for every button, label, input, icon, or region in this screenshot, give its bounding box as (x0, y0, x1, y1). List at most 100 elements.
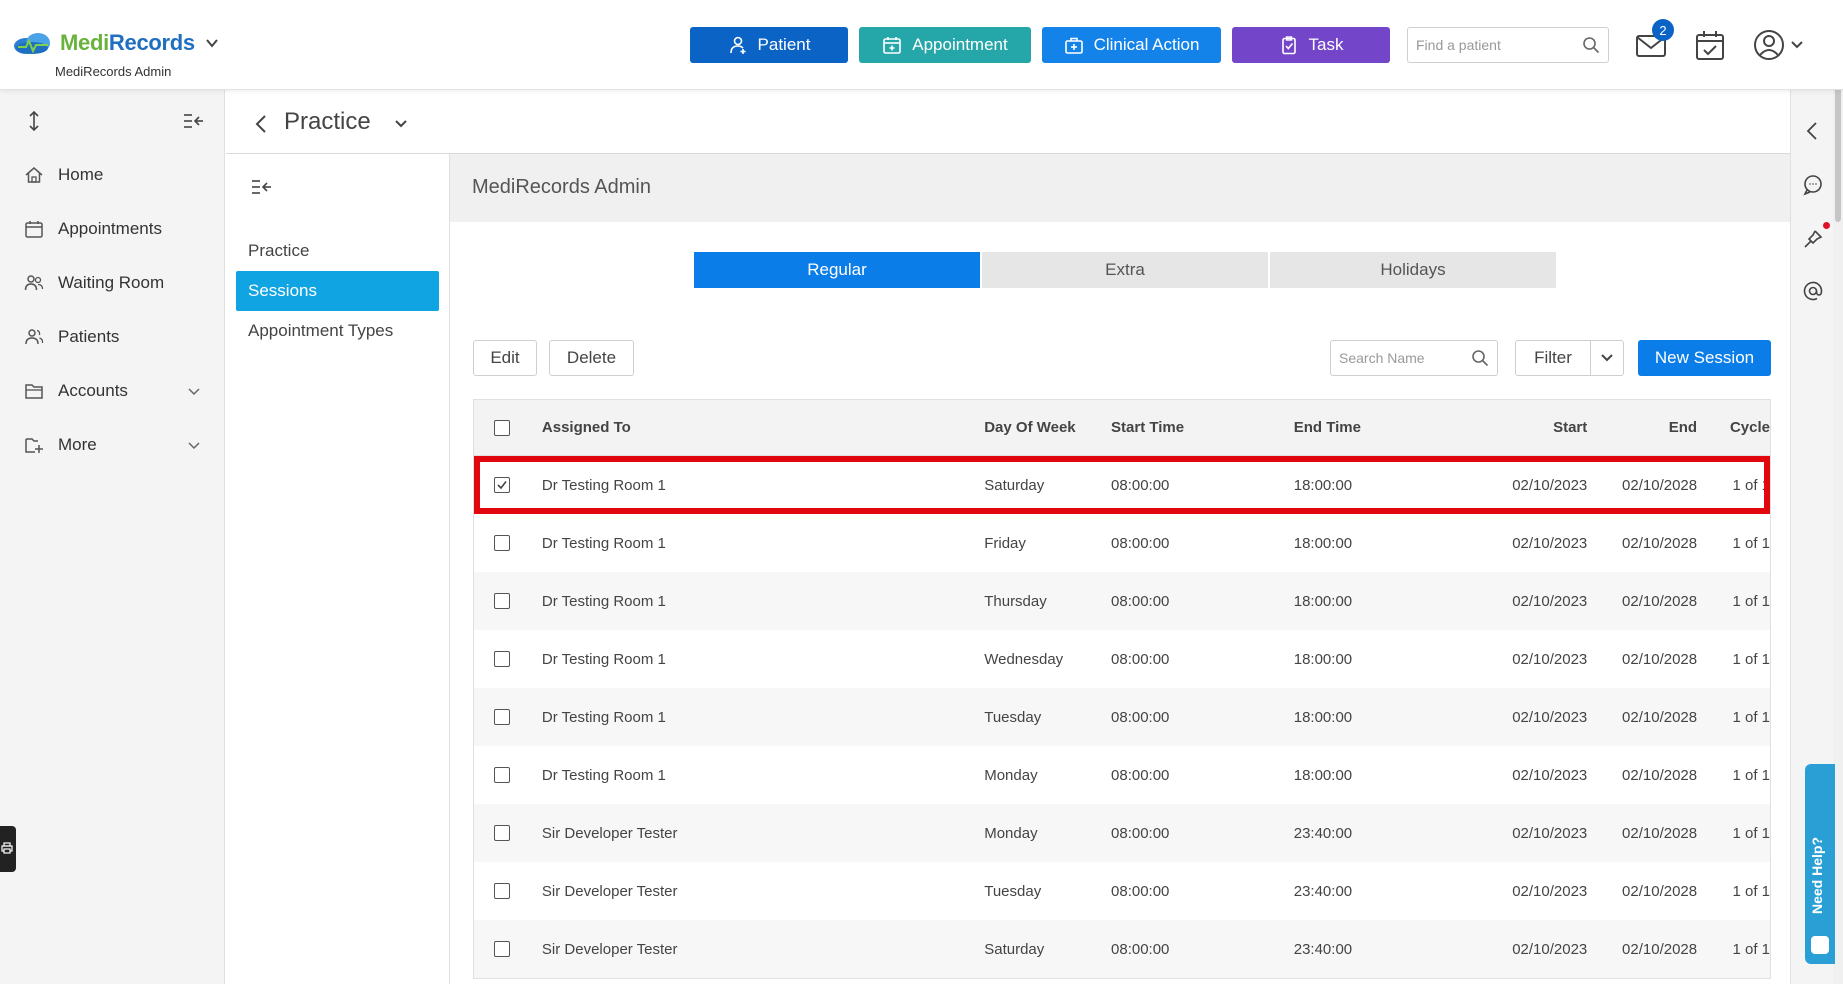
cell-start: 02/10/2023 (1512, 476, 1588, 494)
cell-start: 02/10/2023 (1512, 650, 1588, 668)
pin-icon[interactable] (1802, 228, 1824, 250)
at-sign-icon[interactable] (1802, 280, 1824, 302)
tab-regular[interactable]: Regular (694, 252, 980, 288)
sidebar-item-label: Appointments (58, 219, 162, 238)
row-checkbox[interactable] (493, 883, 510, 899)
sidebar-item-label: Patients (58, 327, 120, 346)
find-patient-search[interactable] (1407, 27, 1609, 63)
tab-extra[interactable]: Extra (982, 252, 1268, 288)
back-arrow-icon[interactable] (254, 114, 268, 134)
mail-badge: 2 (1652, 19, 1674, 41)
search-name-box[interactable] (1330, 340, 1498, 376)
sidebar-item-accounts[interactable]: Accounts (0, 371, 225, 411)
expand-vertical-icon[interactable] (24, 110, 44, 132)
filter-toggle[interactable] (1591, 341, 1623, 375)
subnav-item-practice[interactable]: Practice (236, 231, 439, 271)
column-header[interactable]: End (1587, 419, 1697, 436)
chevron-down-icon[interactable] (205, 36, 219, 50)
search-name-input[interactable] (1339, 350, 1459, 366)
logo-text: MediRecords (60, 30, 195, 55)
cell-end: 02/10/2028 (1622, 824, 1698, 842)
clipboard-check-icon (1281, 36, 1296, 55)
cell-end-time: 18:00:00 (1293, 650, 1353, 668)
cell-assigned: Dr Testing Room 1 (541, 708, 666, 726)
filter-button[interactable]: Filter (1516, 341, 1591, 375)
row-checkbox[interactable] (493, 651, 510, 667)
subnav-item-appointment-types[interactable]: Appointment Types (236, 311, 439, 351)
column-header[interactable]: End Time (1294, 419, 1479, 436)
column-header[interactable]: Cycle (1697, 419, 1770, 436)
chevron-down-icon[interactable] (1790, 39, 1804, 51)
chat-bubble-icon[interactable] (1802, 174, 1824, 196)
collapse-menu-icon[interactable] (250, 178, 272, 196)
row-checkbox[interactable] (493, 477, 510, 493)
chevron-left-icon[interactable] (1802, 120, 1824, 142)
cell-end: 02/10/2028 (1622, 650, 1698, 668)
task-button[interactable]: Task (1232, 27, 1390, 63)
row-checkbox[interactable] (493, 825, 510, 841)
find-patient-input[interactable] (1416, 37, 1576, 53)
calendar-check-icon[interactable] (1693, 28, 1727, 62)
column-header[interactable]: Start Time (1111, 419, 1294, 436)
cell-assigned: Sir Developer Tester (541, 882, 678, 900)
cell-start: 02/10/2023 (1512, 534, 1588, 552)
subnav-item-sessions[interactable]: Sessions (236, 271, 439, 311)
column-header[interactable]: Day Of Week (984, 419, 1111, 436)
sidebar-item-patients[interactable]: Patients (0, 317, 225, 357)
table-row[interactable]: Sir Developer Tester Tuesday 08:00:00 23:40… (474, 862, 1770, 920)
patient-button[interactable]: Patient (690, 27, 848, 63)
search-icon[interactable] (1582, 36, 1600, 54)
edit-button[interactable]: Edit (473, 340, 537, 376)
clinical-action-button[interactable]: Clinical Action (1042, 27, 1221, 63)
search-icon[interactable] (1471, 349, 1489, 367)
table-row[interactable]: Dr Testing Room 1 Saturday 08:00:00 18:00:0… (474, 456, 1770, 514)
patient-button-label: Patient (757, 35, 811, 54)
row-checkbox[interactable] (493, 593, 510, 609)
cell-assigned: Dr Testing Room 1 (541, 534, 666, 552)
appointment-button[interactable]: Appointment (859, 27, 1031, 63)
home-icon (25, 167, 43, 183)
row-checkbox[interactable] (493, 767, 510, 783)
column-header[interactable]: Start (1478, 419, 1587, 436)
chevron-down-icon[interactable] (394, 118, 408, 130)
new-session-button[interactable]: New Session (1638, 340, 1771, 376)
table-row[interactable]: Sir Developer Tester Monday 08:00:00 23:40:… (474, 804, 1770, 862)
sidebar: Home Appointments Waiting Room Patients (0, 90, 225, 984)
delete-button[interactable]: Delete (549, 340, 634, 376)
chevron-down-icon[interactable] (187, 384, 201, 398)
table-row[interactable]: Dr Testing Room 1 Friday 08:00:00 18:00:00 0… (474, 514, 1770, 572)
table-row[interactable]: Dr Testing Room 1 Thursday 08:00:00 18:00:0… (474, 572, 1770, 630)
cell-day: Thursday (984, 592, 1047, 610)
cell-assigned: Dr Testing Room 1 (541, 592, 666, 610)
row-checkbox-cell (474, 593, 530, 609)
people-icon (25, 329, 44, 345)
sidebar-item-more[interactable]: More (0, 425, 225, 465)
page-title[interactable]: Practice (284, 108, 371, 136)
side-widget-tab[interactable] (0, 826, 16, 872)
sidebar-item-appointments[interactable]: Appointments (0, 209, 225, 249)
row-checkbox[interactable] (493, 941, 510, 957)
table-row[interactable]: Sir Developer Tester Saturday 08:00:00 23:4… (474, 920, 1770, 978)
collapse-menu-icon[interactable] (182, 112, 204, 130)
user-account-icon[interactable] (1752, 28, 1786, 62)
sessions-panel: Regular Extra Holidays Edit Delete Filte… (450, 222, 1790, 984)
row-checkbox[interactable] (493, 535, 510, 551)
sidebar-item-waiting-room[interactable]: Waiting Room (0, 263, 225, 303)
app-logo[interactable]: MediRecords (12, 30, 219, 56)
select-all-checkbox[interactable] (493, 419, 510, 436)
table-row[interactable]: Dr Testing Room 1 Tuesday 08:00:00 18:00:00… (474, 688, 1770, 746)
row-checkbox[interactable] (493, 709, 510, 725)
chevron-down-icon[interactable] (187, 438, 201, 452)
cell-cycle: 1 of 1 (1732, 824, 1770, 842)
column-header[interactable]: Assigned To (530, 419, 984, 436)
cell-cycle: 1 of 1 (1732, 534, 1770, 552)
tab-holidays[interactable]: Holidays (1270, 252, 1556, 288)
main-content: MediRecords Admin Regular Extra Holidays… (450, 154, 1790, 984)
table-row[interactable]: Dr Testing Room 1 Monday 08:00:00 18:00:00 0… (474, 746, 1770, 804)
sidebar-item-home[interactable]: Home (0, 155, 225, 195)
need-help-tab[interactable]: Need Help? (1805, 764, 1835, 964)
cell-assigned: Dr Testing Room 1 (541, 476, 666, 494)
table-row[interactable]: Dr Testing Room 1 Wednesday 08:00:00 18:00:… (474, 630, 1770, 688)
cell-day: Saturday (984, 940, 1045, 958)
cell-start: 02/10/2023 (1512, 766, 1588, 784)
